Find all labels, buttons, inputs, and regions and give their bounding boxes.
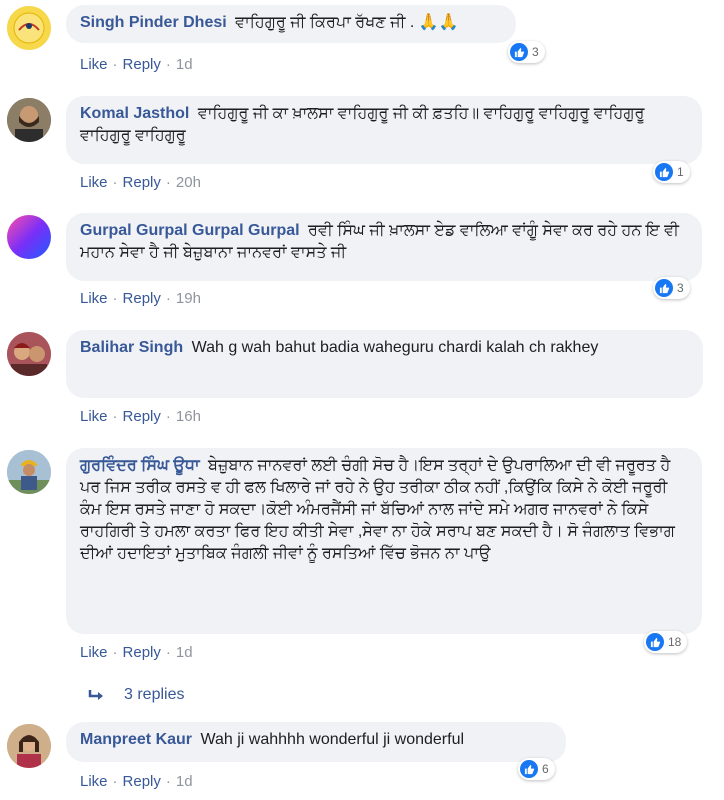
like-link[interactable]: Like [80, 56, 108, 73]
avatar[interactable] [7, 215, 51, 259]
reaction-count[interactable]: 3 [508, 41, 545, 63]
like-icon [655, 279, 673, 297]
author-name[interactable]: ਗੁਰਵਿੰਦਰ ਸਿੰਘ ਊਧਾ [80, 457, 200, 474]
reply-link[interactable]: Reply [123, 174, 161, 191]
reaction-number: 3 [532, 45, 539, 59]
comment-actions: Like · Reply · 1d [80, 644, 193, 661]
comment-actions: Like · Reply · 1d [80, 56, 193, 73]
comment-text: Wah ji wahhhh wonderful ji wonderful [200, 731, 465, 748]
reaction-count[interactable]: 18 [644, 631, 688, 653]
like-link[interactable]: Like [80, 290, 108, 307]
timestamp[interactable]: 1d [176, 644, 193, 661]
timestamp[interactable]: 19h [176, 290, 201, 307]
avatar[interactable] [7, 450, 51, 494]
comment-text: ਵਾਹਿਗੁਰੂ ਜੀ ਕਿਰਪਾ ਰੱਖਣ ਜੀ . 🙏🙏 [235, 14, 459, 31]
timestamp[interactable]: 1d [176, 773, 193, 790]
view-replies-link[interactable]: 3 replies [88, 686, 184, 704]
author-name[interactable]: Singh Pinder Dhesi [80, 14, 227, 31]
reaction-number: 6 [542, 762, 549, 776]
like-link[interactable]: Like [80, 408, 108, 425]
comment-bubble: Gurpal Gurpal Gurpal Gurpal ਰਵੀ ਸਿੰਘ ਜੀ … [66, 213, 702, 281]
comment-actions: Like · Reply · 20h [80, 174, 201, 191]
reply-arrow-icon [88, 690, 103, 700]
reaction-number: 3 [677, 281, 684, 295]
author-name[interactable]: Balihar Singh [80, 339, 183, 356]
reply-link[interactable]: Reply [123, 773, 161, 790]
timestamp[interactable]: 16h [176, 408, 201, 425]
like-link[interactable]: Like [80, 773, 108, 790]
comment-actions: Like · Reply · 19h [80, 290, 201, 307]
timestamp[interactable]: 1d [176, 56, 193, 73]
author-name[interactable]: Komal Jasthol [80, 105, 189, 122]
reply-link[interactable]: Reply [123, 290, 161, 307]
reaction-number: 18 [668, 635, 682, 649]
like-icon [510, 43, 528, 61]
comment-bubble: Manpreet Kaur Wah ji wahhhh wonderful ji… [66, 722, 566, 762]
comment-actions: Like · Reply · 1d [80, 773, 193, 790]
reply-link[interactable]: Reply [123, 408, 161, 425]
reply-link[interactable]: Reply [123, 644, 161, 661]
reaction-count[interactable]: 1 [653, 161, 690, 183]
like-icon [520, 760, 538, 778]
avatar[interactable] [7, 6, 51, 50]
comment-bubble: Komal Jasthol ਵਾਹਿਗੁਰੂ ਜੀ ਕਾ ਖ਼ਾਲਸਾ ਵਾਹਿ… [66, 96, 702, 164]
avatar[interactable] [7, 98, 51, 142]
comment-bubble: ਗੁਰਵਿੰਦਰ ਸਿੰਘ ਊਧਾ ਬੇਜ਼ੁਬਾਨ ਜਾਨਵਰਾਂ ਲਈ ਚੰ… [66, 448, 702, 634]
comment-bubble: Singh Pinder Dhesi ਵਾਹਿਗੁਰੂ ਜੀ ਕਿਰਪਾ ਰੱਖ… [66, 5, 516, 43]
avatar[interactable] [7, 724, 51, 768]
like-icon [646, 633, 664, 651]
avatar[interactable] [7, 332, 51, 376]
comment-bubble: Balihar Singh Wah g wah bahut badia wahe… [66, 330, 703, 398]
like-link[interactable]: Like [80, 644, 108, 661]
reply-link[interactable]: Reply [123, 56, 161, 73]
like-icon [655, 163, 673, 181]
replies-count[interactable]: 3 replies [124, 686, 184, 704]
author-name[interactable]: Gurpal Gurpal Gurpal Gurpal [80, 222, 300, 239]
comment-text: Wah g wah bahut badia waheguru chardi ka… [191, 339, 599, 356]
comment-actions: Like · Reply · 16h [80, 408, 201, 425]
timestamp[interactable]: 20h [176, 174, 201, 191]
reaction-count[interactable]: 3 [653, 277, 690, 299]
author-name[interactable]: Manpreet Kaur [80, 731, 192, 748]
like-link[interactable]: Like [80, 174, 108, 191]
reaction-count[interactable]: 6 [518, 758, 555, 780]
reaction-number: 1 [677, 165, 684, 179]
